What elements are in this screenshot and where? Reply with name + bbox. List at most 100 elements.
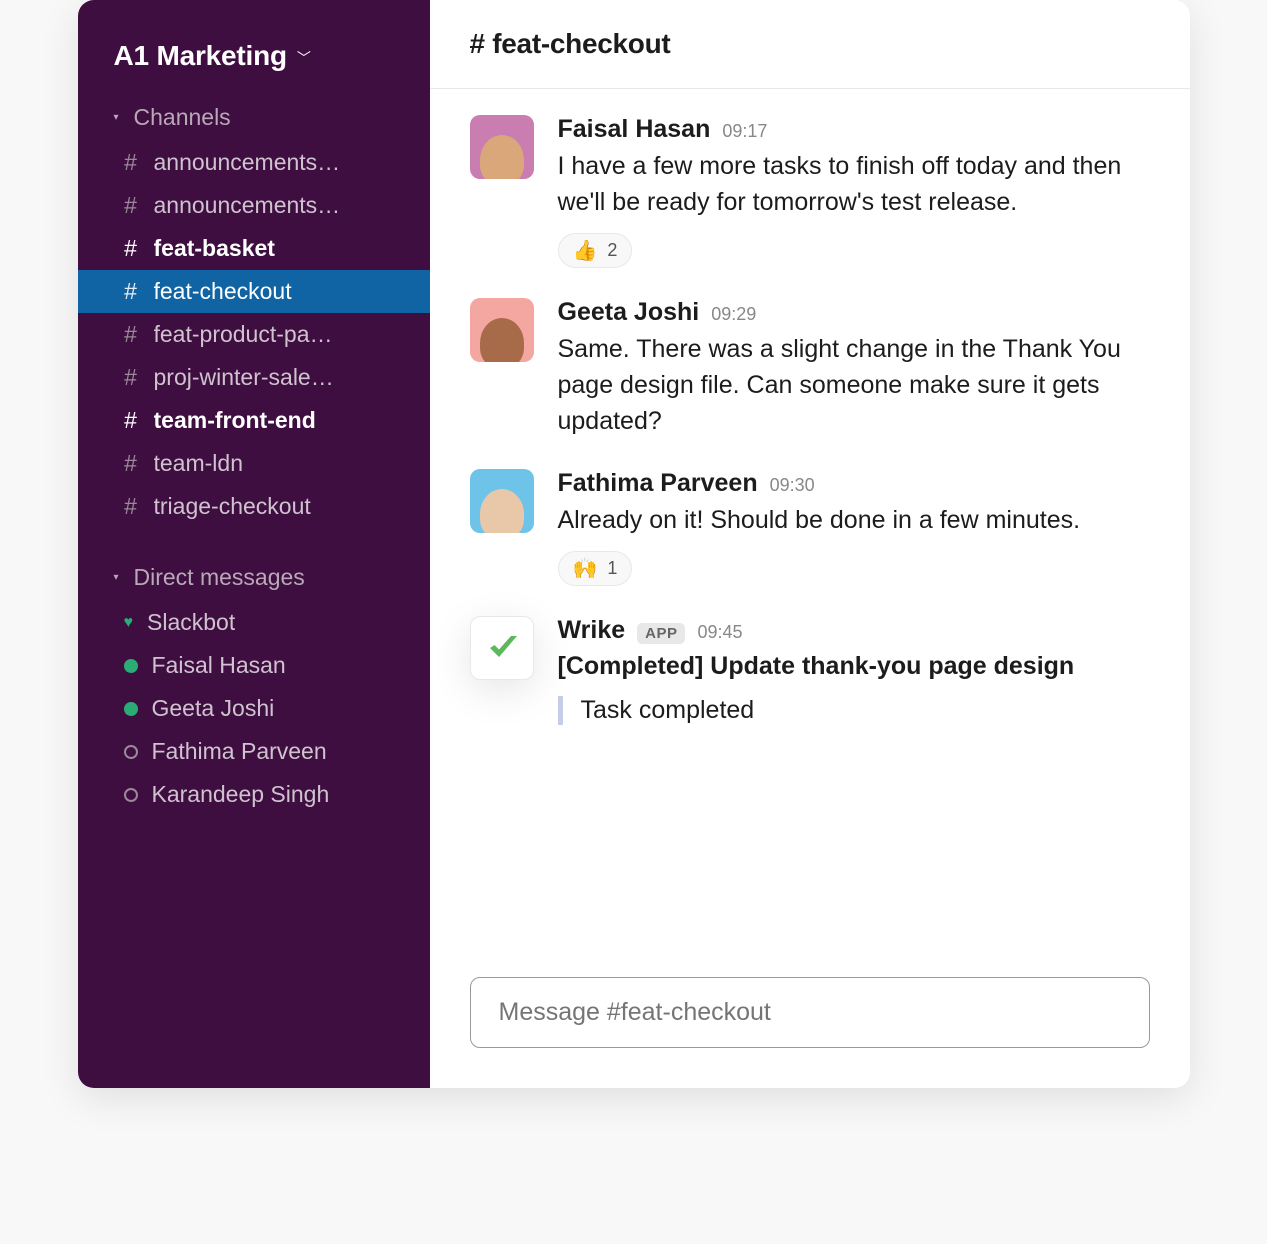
channels-section-header[interactable]: ▾ Channels [78,96,430,141]
app-window: A1 Marketing ﹀ ▾ Channels # announcements… [78,0,1190,1088]
dm-item[interactable]: Geeta Joshi [78,687,430,730]
channel-label: announcements… [154,149,341,176]
message-author[interactable]: Geeta Joshi [558,298,700,327]
message-body: Fathima Parveen 09:30 Already on it! Shoul… [558,469,1150,585]
reaction-emoji: 👍 [573,238,598,263]
channel-label: feat-checkout [154,278,292,305]
checkmark-icon [484,630,520,666]
main-pane: # feat-checkout Faisal Hasan 09:17 I have … [430,0,1190,1088]
presence-indicator [124,745,138,759]
app-avatar[interactable] [470,616,534,680]
message: Faisal Hasan 09:17 I have a few more tasks… [470,115,1150,268]
message-body: Faisal Hasan 09:17 I have a few more tasks… [558,115,1150,268]
hash-icon: # [122,149,140,176]
message: Fathima Parveen 09:30 Already on it! Shoul… [470,469,1150,585]
hash-icon: # [122,407,140,434]
user-avatar[interactable] [470,469,534,533]
dm-label: Geeta Joshi [152,695,275,722]
channel-item[interactable]: # announcements… [78,184,430,227]
reactions: 🙌1 [558,551,1150,586]
message-attachment: Task completed [558,696,1150,725]
message-header: Fathima Parveen 09:30 [558,469,1150,498]
presence-indicator [124,702,138,716]
dm-section-header[interactable]: ▾ Direct messages [78,556,430,601]
channel-label: feat-basket [154,235,275,262]
presence-indicator [124,788,138,802]
message-input[interactable] [470,977,1150,1048]
reaction[interactable]: 👍2 [558,233,633,268]
dm-label: Karandeep Singh [152,781,330,808]
dm-item[interactable]: Fathima Parveen [78,730,430,773]
caret-down-icon: ▾ [114,112,126,123]
hash-icon: # [122,278,140,305]
message-header: Geeta Joshi 09:29 [558,298,1150,327]
channel-item[interactable]: # proj-winter-sale… [78,356,430,399]
chevron-down-icon: ﹀ [297,48,311,68]
message-text: Same. There was a slight change in the T… [558,331,1150,440]
message-header: Wrike APP 09:45 [558,616,1150,645]
workspace-switcher[interactable]: A1 Marketing ﹀ [78,12,430,96]
channel-item[interactable]: # feat-product-pa… [78,313,430,356]
channel-item[interactable]: # triage-checkout [78,485,430,528]
hash-icon: # [122,450,140,477]
message-list: Faisal Hasan 09:17 I have a few more tasks… [430,89,1190,967]
caret-down-icon: ▾ [114,572,126,583]
dm-label: Slackbot [147,609,235,636]
dm-item[interactable]: Faisal Hasan [78,644,430,687]
channel-list: # announcements… # announcements… # feat-bask… [78,141,430,528]
channel-item[interactable]: # team-front-end [78,399,430,442]
channel-title: # feat-checkout [470,28,671,59]
user-avatar[interactable] [470,298,534,362]
message-time: 09:30 [770,475,815,496]
dm-label: Fathima Parveen [152,738,327,765]
hash-icon: # [122,192,140,219]
message-header: Faisal Hasan 09:17 [558,115,1150,144]
message-body: Geeta Joshi 09:29 Same. There was a slight… [558,298,1150,440]
dm-label: Direct messages [134,564,305,591]
message-time: 09:29 [711,304,756,325]
channel-header: # feat-checkout [430,0,1190,89]
presence-indicator [124,659,138,673]
channel-label: announcements… [154,192,341,219]
channel-label: feat-product-pa… [154,321,333,348]
channel-item[interactable]: # team-ldn [78,442,430,485]
heart-icon: ♥ [124,616,134,630]
channel-item[interactable]: # feat-basket [78,227,430,270]
dm-label: Faisal Hasan [152,652,286,679]
channel-item[interactable]: # announcements… [78,141,430,184]
reaction-count: 1 [607,558,617,579]
message-author[interactable]: Fathima Parveen [558,469,758,498]
workspace-name: A1 Marketing [114,40,287,72]
message-text: I have a few more tasks to finish off to… [558,148,1150,221]
channel-label: team-front-end [154,407,316,434]
reaction-count: 2 [607,240,617,261]
composer-area [430,967,1190,1088]
channels-label: Channels [134,104,231,131]
hash-icon: # [122,493,140,520]
sidebar: A1 Marketing ﹀ ▾ Channels # announcements… [78,0,430,1088]
app-badge: APP [637,623,685,644]
reaction[interactable]: 🙌1 [558,551,633,586]
dm-item[interactable]: ♥ Slackbot [78,601,430,644]
message-author[interactable]: Wrike [558,616,626,645]
hash-icon: # [122,321,140,348]
reaction-emoji: 🙌 [573,556,598,581]
message-author[interactable]: Faisal Hasan [558,115,711,144]
message: Wrike APP 09:45 [Completed] Update thank-yo… [470,616,1150,725]
user-avatar[interactable] [470,115,534,179]
message-title: [Completed] Update thank-you page design [558,649,1150,684]
dm-list: ♥ Slackbot Faisal Hasan Geeta Joshi Fathima … [78,601,430,816]
hash-icon: # [122,364,140,391]
message-time: 09:45 [697,622,742,643]
message: Geeta Joshi 09:29 Same. There was a slight… [470,298,1150,440]
dm-item[interactable]: Karandeep Singh [78,773,430,816]
message-body: Wrike APP 09:45 [Completed] Update thank-yo… [558,616,1150,725]
channel-label: team-ldn [154,450,243,477]
channel-item[interactable]: # feat-checkout [78,270,430,313]
message-text: Already on it! Should be done in a few m… [558,502,1150,538]
channel-label: proj-winter-sale… [154,364,334,391]
reactions: 👍2 [558,233,1150,268]
message-time: 09:17 [722,121,767,142]
hash-icon: # [122,235,140,262]
channel-label: triage-checkout [154,493,311,520]
